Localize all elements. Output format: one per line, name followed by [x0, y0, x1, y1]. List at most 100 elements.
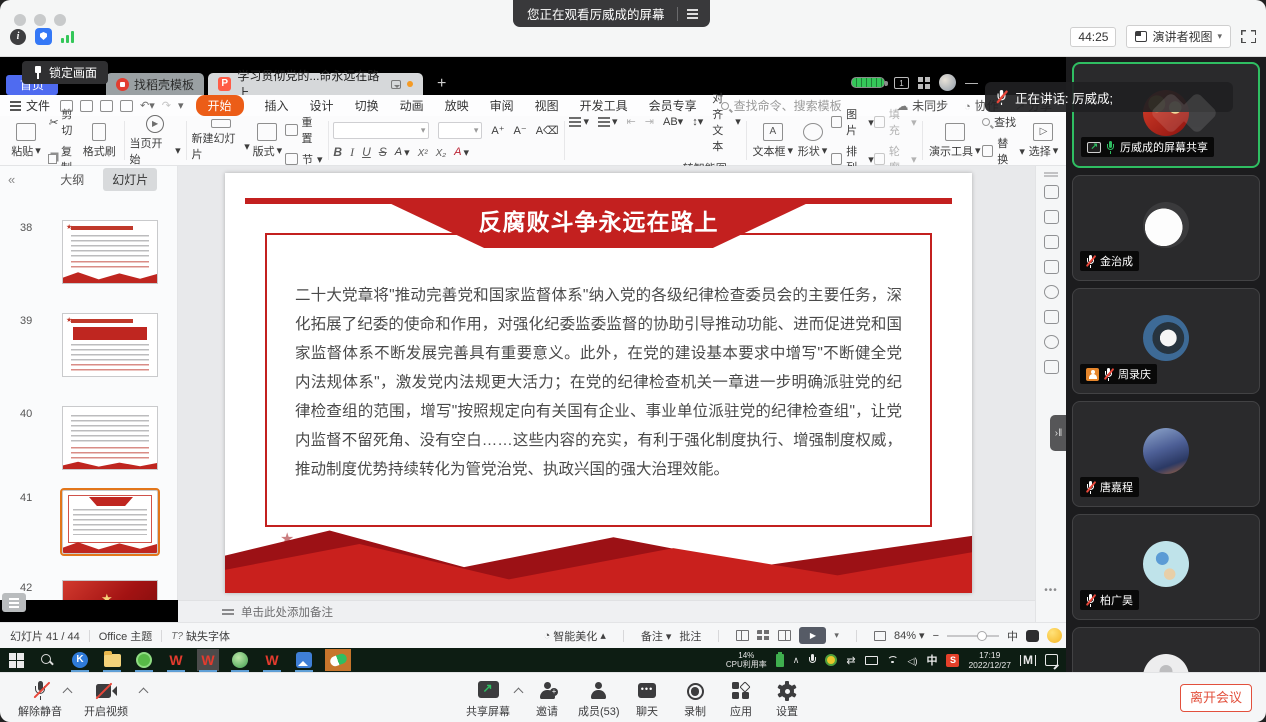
paste-button[interactable]: 粘贴▾ [4, 119, 48, 162]
participant-tile[interactable]: 金治成 [1072, 175, 1260, 281]
menu-slideshow[interactable]: 放映 [445, 97, 469, 114]
find-button[interactable]: 查找 [982, 114, 1025, 130]
taskbar-app-k[interactable]: K [69, 649, 91, 671]
taskbar-file-explorer[interactable] [101, 649, 123, 671]
audio-options-chevron[interactable] [63, 688, 73, 698]
action-center-icon[interactable] [1045, 654, 1058, 666]
window-controls[interactable] [14, 14, 66, 26]
strikethrough-button[interactable] [379, 145, 387, 159]
slide-body-text[interactable]: 二十大党章将"推动完善党和国家监督体系"纳入党的各级纪律检查委员会的主要任务，深… [295, 281, 902, 484]
tray-coin-icon[interactable] [825, 654, 837, 666]
file-menu[interactable]: 文件 [10, 97, 50, 114]
reference-book-icon[interactable] [1044, 360, 1059, 374]
account-avatar[interactable] [939, 74, 956, 91]
comment-bubble-icon[interactable] [391, 80, 402, 89]
tab-docer[interactable]: 找稻壳模板 [106, 73, 204, 95]
apps-button[interactable]: 应用 [730, 680, 752, 719]
format-painter-button[interactable]: 格式刷 [80, 119, 119, 162]
taskbar-wps-2[interactable]: W [261, 649, 283, 671]
new-slide-button[interactable]: 新建幻灯片▾ [192, 119, 250, 162]
text-box-button[interactable]: A文本框▾ [752, 119, 794, 162]
share-options-chevron[interactable] [514, 688, 524, 698]
help-icon[interactable] [1044, 285, 1059, 299]
cpu-usage[interactable]: 14%CPU利用率 [726, 651, 767, 669]
print-icon[interactable] [100, 100, 113, 112]
banner-menu-icon[interactable] [687, 13, 710, 15]
taskbar-meeting-app-active[interactable] [325, 649, 351, 671]
clear-format-button[interactable]: A⌫ [536, 124, 559, 137]
menu-view[interactable]: 视图 [535, 97, 559, 114]
replace-button[interactable]: 替换▾ [982, 135, 1025, 167]
shapes-button[interactable]: 形状▾ [794, 119, 831, 162]
collapse-panel-icon[interactable]: « [8, 172, 15, 187]
video-options-chevron[interactable] [139, 688, 149, 698]
decrease-indent-button[interactable]: ⇤ [627, 115, 636, 128]
picture-button[interactable]: 图片▾ [831, 106, 874, 138]
participant-tile-share[interactable]: 厉威成的屏幕共享 [1072, 62, 1260, 168]
increase-indent-button[interactable]: ⇥ [645, 115, 654, 128]
tray-network-switch-icon[interactable] [846, 651, 855, 669]
tray-sogou-icon[interactable]: S [946, 654, 959, 667]
layout-button[interactable]: 版式▾ [250, 119, 285, 162]
tray-m-icon[interactable]: M [1020, 655, 1036, 666]
current-slide[interactable]: 反腐败斗争永远在路上 二十大党章将"推动完善党和国家监督体系"纳入党的各级纪律检… [225, 173, 972, 593]
reading-view-icon[interactable] [778, 630, 791, 641]
fit-slide-icon[interactable] [874, 631, 886, 641]
menu-start[interactable]: 开始 [196, 95, 244, 116]
missing-font-warning[interactable]: 缺失字体 [171, 628, 230, 644]
leave-meeting-button[interactable]: 离开会议 [1180, 684, 1252, 712]
taskbar-camera-app[interactable] [229, 649, 251, 671]
settings-button[interactable]: 设置 [776, 680, 798, 719]
text-direction-button[interactable]: AB▾ [663, 115, 683, 128]
tray-card-icon[interactable] [865, 656, 878, 665]
minimize-window-icon[interactable] [34, 14, 46, 26]
unmute-button[interactable]: 解除静音 [18, 680, 62, 719]
font-size-select[interactable]: ▾ [438, 122, 482, 139]
tray-speaker-icon[interactable] [908, 651, 918, 669]
more-tools-icon[interactable]: ••• [1036, 585, 1066, 596]
comments-toggle[interactable]: 批注 [679, 628, 701, 644]
slide-thumbnail-38[interactable]: ★ [62, 220, 158, 284]
slide-thumbnail-40[interactable] [62, 406, 158, 470]
share-screen-button[interactable]: 共享屏幕 [466, 680, 510, 719]
line-spacing-button[interactable]: ↕▾ [692, 115, 703, 128]
menu-review[interactable]: 审阅 [490, 97, 514, 114]
bullet-list-button[interactable]: ▾ [569, 115, 589, 128]
slide-thumbnail-42[interactable] [62, 580, 158, 600]
slide-thumbnail-41-selected[interactable] [62, 490, 158, 554]
taskbar-search-icon[interactable] [41, 654, 54, 667]
menu-design[interactable]: 设计 [310, 97, 334, 114]
taskbar-wps-active[interactable]: W [197, 649, 219, 671]
bold-button[interactable] [333, 145, 342, 159]
reset-button[interactable]: 重置 [285, 114, 323, 146]
new-tab-button[interactable]: + [437, 73, 446, 95]
cut-button[interactable]: 剪切 [48, 106, 80, 138]
taskbar-app-browser[interactable] [133, 649, 155, 671]
fullscreen-icon[interactable] [1241, 30, 1256, 43]
layers-tool-icon[interactable] [1044, 260, 1059, 274]
notes-toggle[interactable]: 备注 ▾ [641, 628, 672, 644]
slide-thumbnail-39[interactable]: ★ [62, 313, 158, 377]
slideshow-play-button[interactable]: ▶ [799, 627, 826, 644]
rocket-tool-icon[interactable] [1044, 185, 1059, 199]
tray-wifi-icon[interactable] [887, 656, 899, 665]
skill-icon[interactable] [1044, 335, 1059, 349]
taskbar-wps-1[interactable]: W [165, 649, 187, 671]
superscript-button[interactable] [418, 145, 428, 159]
zoom-slider[interactable] [947, 635, 999, 637]
select-button[interactable]: ▷选择▾ [1025, 119, 1062, 162]
taskbar-photos-app[interactable] [293, 649, 315, 671]
participant-tile[interactable]: 唐嘉程 [1072, 401, 1260, 507]
participant-tile[interactable]: 周录庆 [1072, 288, 1260, 394]
preview-icon[interactable] [120, 100, 133, 112]
window-grid-icon[interactable] [918, 77, 930, 89]
tab-slides[interactable]: 幻灯片 [103, 168, 157, 191]
play-options-icon[interactable]: ▾ [834, 630, 839, 641]
beautify-tool-icon[interactable] [1044, 235, 1059, 249]
highlight-button[interactable]: ▾ [454, 146, 469, 159]
align-text-button[interactable]: 对齐文本▾ [712, 90, 741, 154]
tray-clock[interactable]: 17:192022/12/27 [968, 650, 1011, 670]
play-from-current-button[interactable]: 当页开始▾ [130, 119, 181, 162]
theme-label[interactable]: Office 主题 [99, 628, 153, 644]
tab-document[interactable]: P 学习贯彻党的...命永远在路上 [208, 73, 423, 95]
